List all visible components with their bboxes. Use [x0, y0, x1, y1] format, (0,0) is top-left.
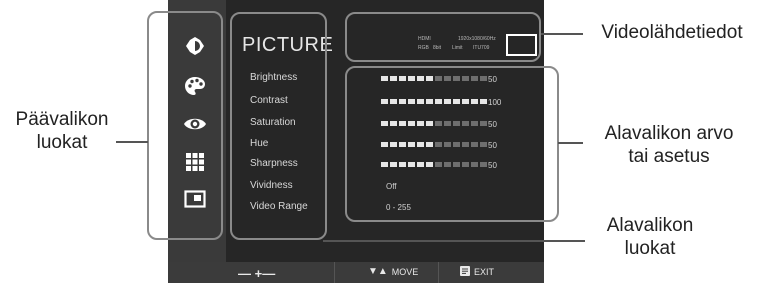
menu-list-icon	[460, 266, 470, 278]
connector-line	[323, 240, 585, 242]
exit-label: EXIT	[474, 267, 495, 277]
bottom-divider	[438, 262, 439, 283]
connector-line	[541, 33, 583, 35]
annotation-submenu-value: Alavalikon arvo tai asetus	[586, 122, 752, 168]
annotation-submenu-categories-line2: luokat	[624, 238, 676, 259]
submenu-value-highlight	[345, 66, 559, 222]
annotation-submenu-value-line2: tai asetus	[628, 146, 710, 167]
submenu-categories-highlight	[230, 12, 327, 240]
up-down-arrows-icon: ▼▲	[368, 266, 388, 277]
main-categories-highlight	[147, 11, 223, 240]
adjust-label: — +—	[238, 266, 276, 281]
exit-hint: EXIT	[460, 266, 494, 278]
connector-line	[558, 142, 583, 144]
annotation-main-categories-line2: luokat	[36, 132, 88, 153]
move-hint: ▼▲ MOVE	[368, 266, 418, 277]
move-label: MOVE	[391, 266, 419, 277]
annotation-source-info: Videolähdetiedot	[601, 22, 743, 43]
annotation-main-categories: Päävalikon luokat	[4, 108, 120, 154]
adjust-hint: — +—	[238, 266, 275, 281]
source-info-highlight	[345, 12, 541, 62]
annotation-submenu-categories: Alavalikon luokat	[586, 214, 714, 260]
annotation-submenu-categories-line1: Alavalikon	[606, 215, 694, 236]
annotation-main-categories-line1: Päävalikon	[15, 109, 109, 130]
bottom-divider	[334, 262, 335, 283]
annotation-submenu-value-line1: Alavalikon arvo	[604, 123, 734, 144]
connector-line	[116, 141, 148, 143]
